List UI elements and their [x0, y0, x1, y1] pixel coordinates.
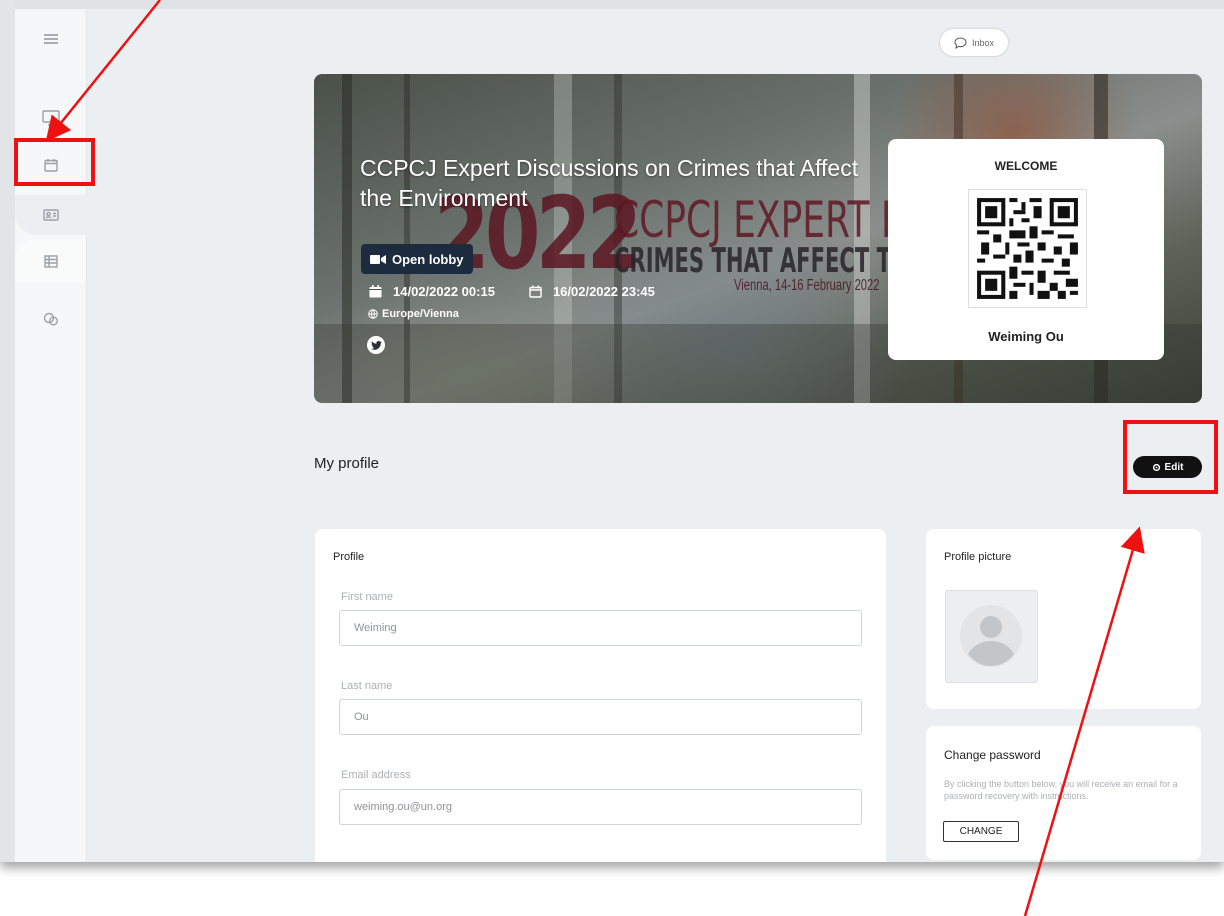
sidebar-item-sponsors[interactable]	[15, 299, 86, 339]
last-name-field[interactable]: Ou	[339, 699, 862, 735]
event-dates: 14/02/2022 00:15 16/02/2022 23:45	[369, 284, 655, 299]
inbox-button[interactable]: Inbox	[940, 29, 1008, 56]
window-left-strip	[0, 0, 15, 862]
banner-graphic-line2: CRIMES THAT AFFECT TH	[614, 241, 909, 281]
annotation-box-agenda	[14, 138, 95, 186]
inbox-label: Inbox	[971, 37, 995, 48]
calendar-outline-icon	[529, 285, 542, 298]
end-datetime: 16/02/2022 23:45	[552, 284, 655, 299]
profile-picture-card: Profile picture	[926, 529, 1201, 709]
event-banner: 2022 CCPCJ EXPERT DIS CRIMES THAT AFFECT…	[314, 74, 1202, 403]
profile-form-card: Profile First name Weiming Last name Ou …	[315, 529, 886, 862]
open-lobby-label: Open lobby	[392, 251, 464, 267]
change-password-card: Change password By clicking the button b…	[926, 726, 1201, 860]
twitter-link[interactable]	[367, 336, 385, 354]
avatar[interactable]	[945, 590, 1038, 683]
monitor-icon	[41, 110, 60, 126]
attendee-name: Weiming Ou	[988, 329, 1064, 344]
banner-graphic-date: Vienna, 14-16 February 2022	[734, 277, 880, 294]
first-name-label: First name	[341, 591, 393, 603]
start-datetime: 14/02/2022 00:15	[393, 284, 495, 299]
qr-code-icon	[968, 189, 1087, 308]
welcome-title: WELCOME	[994, 159, 1058, 173]
change-password-button[interactable]: CHANGE	[943, 821, 1019, 842]
calendar-filled-icon	[369, 285, 382, 298]
video-camera-icon	[370, 254, 386, 264]
badge-icon	[43, 312, 58, 326]
globe-icon	[368, 309, 378, 319]
hamburger-icon	[43, 34, 58, 44]
start-date: 14/02/2022 00:15	[369, 284, 495, 299]
app-window: Inbox 2022 CCPCJ EXPERT DIS CRIMES THAT …	[0, 0, 1224, 862]
timezone: Europe/Vienna	[368, 308, 459, 320]
end-date: 16/02/2022 23:45	[529, 284, 655, 299]
profile-picture-title: Profile picture	[944, 551, 1012, 563]
open-lobby-button[interactable]: Open lobby	[361, 244, 473, 274]
change-password-title: Change password	[944, 748, 1041, 762]
table-icon	[43, 254, 58, 268]
menu-toggle-button[interactable]	[15, 19, 86, 59]
chat-bubble-icon	[954, 36, 967, 49]
first-name-field[interactable]: Weiming	[339, 610, 862, 646]
email-field[interactable]: weiming.ou@un.org	[339, 789, 862, 825]
window-top-strip	[0, 0, 1224, 9]
profile-card-title: Profile	[333, 551, 365, 563]
event-title: CCPCJ Expert Discussions on Crimes that …	[360, 155, 859, 211]
email-label: Email address	[341, 769, 411, 781]
annotation-box-edit	[1123, 420, 1218, 494]
sidebar-item-profile[interactable]	[15, 195, 87, 235]
last-name-label: Last name	[341, 680, 393, 692]
sidebar-item-lobby[interactable]	[15, 98, 86, 138]
my-profile-heading: My profile	[314, 455, 380, 472]
user-avatar-icon	[960, 605, 1022, 667]
welcome-badge-card: WELCOME Weiming Ou	[888, 139, 1164, 360]
twitter-icon	[370, 340, 382, 350]
sidebar	[15, 9, 87, 862]
sidebar-item-table[interactable]	[15, 240, 86, 282]
change-password-description: By clicking the button below, you will r…	[944, 779, 1178, 801]
timezone-label: Europe/Vienna	[382, 308, 459, 320]
id-card-icon	[43, 209, 59, 221]
